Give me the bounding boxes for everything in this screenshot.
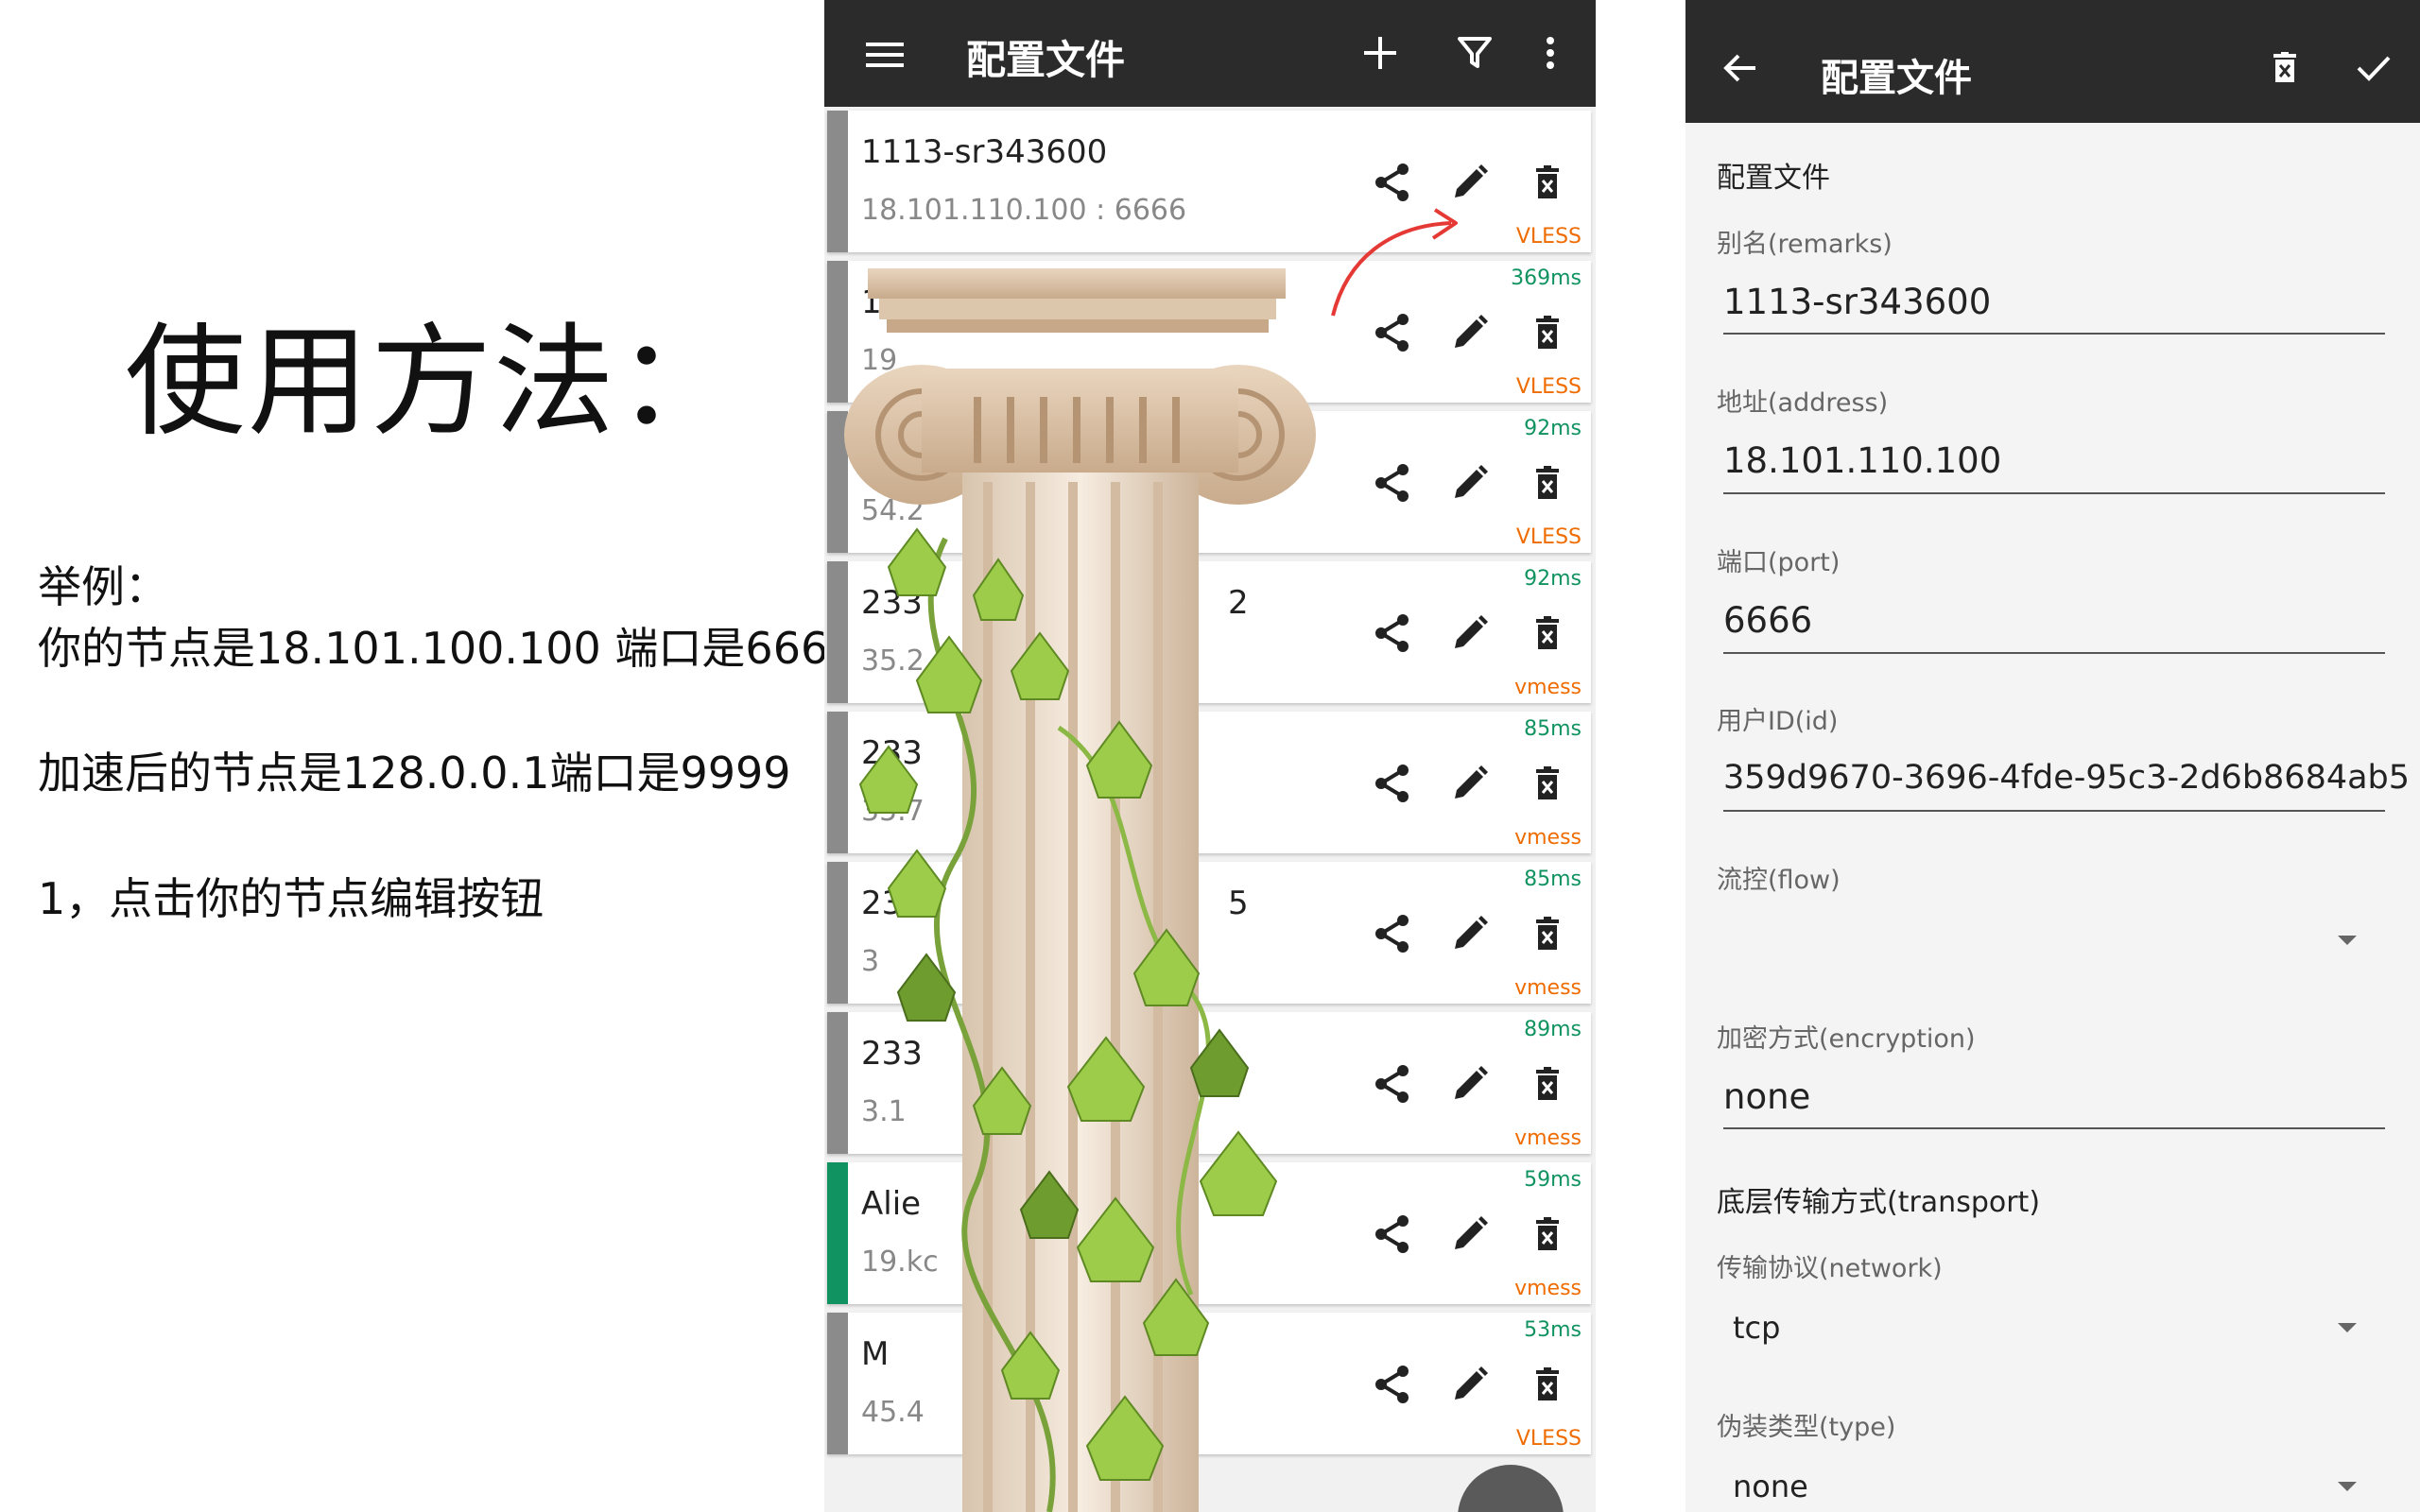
remarks-label: 别名(remarks) — [1717, 230, 1893, 259]
latency-label: 369ms — [1511, 266, 1582, 290]
delete-config-icon[interactable] — [2258, 42, 2311, 94]
delete-icon[interactable] — [1521, 1358, 1574, 1411]
share-icon[interactable] — [1366, 156, 1419, 209]
address-label: 地址(address) — [1717, 388, 1889, 418]
latency-label: 92ms — [1524, 417, 1582, 440]
edit-icon[interactable] — [1443, 1358, 1496, 1411]
delete-icon[interactable] — [1521, 306, 1574, 359]
edit-server-screen: 配置文件 配置文件 别名(remarks) 1113-sr343600 地址(a… — [1685, 0, 2420, 1512]
delete-icon[interactable] — [1521, 1208, 1574, 1261]
network-dropdown-icon[interactable] — [2338, 1323, 2357, 1332]
latency-label: 89ms — [1524, 1018, 1582, 1041]
protocol-label: VLESS — [1515, 525, 1582, 549]
network-select[interactable]: tcp — [1733, 1310, 1780, 1346]
address-field[interactable]: 18.101.110.100 — [1723, 440, 2001, 481]
protocol-label: VLESS — [1515, 375, 1582, 399]
protocol-label: VLESS — [1515, 225, 1582, 249]
latency-label: 59ms — [1524, 1168, 1582, 1192]
remarks-underline — [1723, 333, 2385, 335]
app-bar-title: 配置文件 — [966, 37, 1126, 83]
latency-label: 85ms — [1524, 868, 1582, 891]
save-check-icon[interactable] — [2347, 42, 2400, 94]
howto-title: 使用方法： — [125, 312, 740, 453]
type-label: 伪装类型(type) — [1717, 1413, 1896, 1442]
latency-label: 92ms — [1524, 567, 1582, 591]
edit-icon[interactable] — [1443, 1208, 1496, 1261]
latency-label: 53ms — [1524, 1318, 1582, 1342]
port-field[interactable]: 6666 — [1723, 600, 1812, 641]
more-vert-icon[interactable] — [1524, 26, 1577, 79]
server-card[interactable]: 1113-sr343600 18.101.110.100 : 6666 VLESS — [827, 111, 1591, 252]
latency-label: 85ms — [1524, 717, 1582, 741]
app-bar: 配置文件 — [824, 0, 1596, 107]
edit-app-bar: 配置文件 — [1685, 0, 2420, 123]
remarks-field[interactable]: 1113-sr343600 — [1723, 282, 1991, 322]
protocol-label: vmess — [1514, 1126, 1582, 1150]
protocol-label: VLESS — [1515, 1427, 1582, 1451]
delete-icon[interactable] — [1521, 607, 1574, 660]
id-underline — [1723, 810, 2385, 812]
section-profile: 配置文件 — [1717, 162, 1830, 195]
port-label: 端口(port) — [1717, 548, 1841, 577]
type-select[interactable]: none — [1733, 1469, 1808, 1504]
server-remark: 1113-sr343600 — [861, 133, 1108, 171]
flow-label: 流控(flow) — [1717, 866, 1841, 895]
protocol-label: vmess — [1514, 676, 1582, 699]
encryption-underline — [1723, 1127, 2385, 1129]
menu-icon[interactable] — [858, 28, 911, 81]
server-address: 18.101.110.100 : 6666 — [861, 194, 1187, 227]
encryption-label: 加密方式(encryption) — [1717, 1024, 1976, 1054]
protocol-label: vmess — [1514, 976, 1582, 1000]
edit-icon[interactable] — [1443, 607, 1496, 660]
card-indicator — [827, 111, 848, 252]
step1-line: 1，点击你的节点编辑按钮 — [38, 873, 544, 924]
back-arrow-icon[interactable] — [1714, 42, 1767, 94]
example-node-line: 你的节点是18.101.100.100 端口是6666 — [38, 623, 856, 674]
id-label: 用户ID(id) — [1717, 707, 1839, 736]
encryption-field[interactable]: none — [1723, 1076, 1810, 1117]
edit-icon[interactable] — [1443, 907, 1496, 960]
delete-icon[interactable] — [1521, 757, 1574, 810]
edit-icon[interactable] — [1443, 456, 1496, 509]
type-dropdown-icon[interactable] — [2338, 1482, 2357, 1491]
delete-icon[interactable] — [1521, 907, 1574, 960]
delete-icon[interactable] — [1521, 156, 1574, 209]
example-accel-line: 加速后的节点是128.0.0.1端口是9999 — [38, 747, 791, 799]
delete-icon[interactable] — [1521, 1057, 1574, 1110]
address-underline — [1723, 492, 2385, 494]
port-underline — [1723, 652, 2385, 654]
id-field[interactable]: 359d9670-3696-4fde-95c3-2d6b8684ab5 — [1723, 759, 2410, 797]
example-heading: 举例： — [38, 561, 168, 612]
fab-icon[interactable] — [1458, 1465, 1564, 1512]
edit-app-bar-title: 配置文件 — [1821, 57, 1972, 100]
add-icon[interactable] — [1354, 26, 1407, 79]
section-transport: 底层传输方式(transport) — [1717, 1186, 2041, 1219]
edit-icon[interactable] — [1443, 156, 1496, 209]
column-illustration — [844, 268, 1316, 1512]
protocol-label: vmess — [1514, 1277, 1582, 1300]
edit-icon[interactable] — [1443, 1057, 1496, 1110]
flow-dropdown-icon[interactable] — [2338, 936, 2357, 945]
protocol-label: vmess — [1514, 826, 1582, 850]
delete-icon[interactable] — [1521, 456, 1574, 509]
network-label: 传输协议(network) — [1717, 1254, 1943, 1283]
filter-icon[interactable] — [1448, 26, 1501, 79]
edit-icon[interactable] — [1443, 757, 1496, 810]
